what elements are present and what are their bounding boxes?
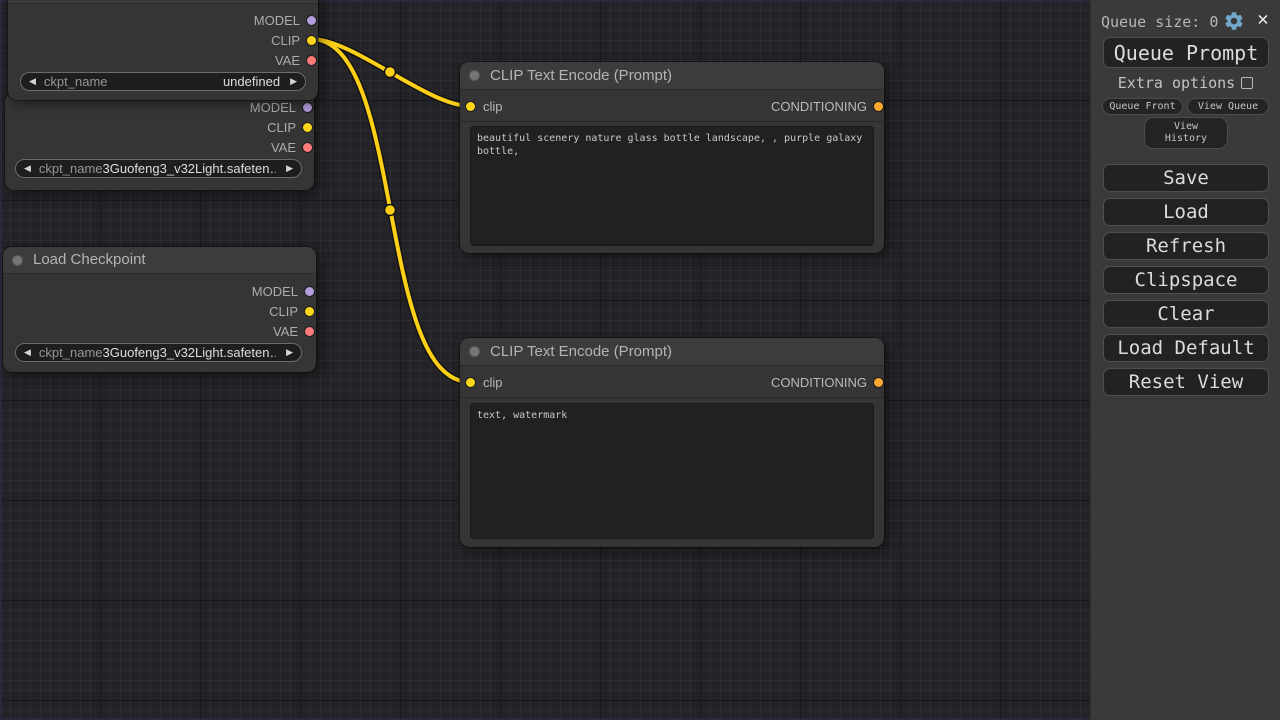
model-slot-dot[interactable]	[307, 16, 316, 25]
clip-slot-dot[interactable]	[305, 307, 314, 316]
extra-options-checkbox[interactable]	[1241, 77, 1253, 89]
output-slot-clip[interactable]: CLIP	[8, 31, 318, 49]
widget-value: undefined	[223, 74, 280, 89]
output-slot-model[interactable]: MODEL	[3, 282, 316, 300]
vae-slot-dot[interactable]	[307, 56, 316, 65]
wire-midpoint-dot	[385, 205, 396, 216]
save-button[interactable]: Save	[1103, 164, 1269, 192]
output-slot-model[interactable]: MODEL	[8, 11, 318, 29]
clipspace-button[interactable]: Clipspace	[1103, 266, 1269, 294]
node-title-bar[interactable]: CLIP Text Encode (Prompt)	[460, 62, 884, 90]
vae-slot-dot[interactable]	[305, 327, 314, 336]
slot-label: CONDITIONING	[771, 99, 867, 114]
slot-label: clip	[483, 99, 503, 114]
input-slot-clip[interactable]: clip	[460, 97, 672, 115]
node-title-bar[interactable]	[8, 0, 318, 4]
clear-button[interactable]: Clear	[1103, 300, 1269, 328]
output-slot-model[interactable]: MODEL	[5, 98, 314, 116]
combo-prev-icon[interactable]: ◀	[29, 77, 36, 86]
extra-options-row: Extra options	[1091, 75, 1280, 91]
slot-label: VAE	[273, 324, 298, 339]
slot-separator	[460, 121, 884, 122]
clip-slot-dot[interactable]	[303, 123, 312, 132]
slot-label: MODEL	[250, 100, 296, 115]
slot-separator	[460, 397, 884, 398]
combo-prev-icon[interactable]: ◀	[24, 348, 31, 357]
ckpt-name-combo-widget[interactable]: ◀ ckpt_name 3Guofeng3_v32Light.safeten… …	[15, 159, 302, 178]
wire-midpoint-dot	[385, 67, 396, 78]
slot-label: clip	[483, 375, 503, 390]
output-slot-conditioning[interactable]: CONDITIONING	[672, 97, 884, 115]
node-title-bar[interactable]: Load Checkpoint	[3, 247, 316, 274]
node-clip-text-encode-negative[interactable]: CLIP Text Encode (Prompt) clip CONDITION…	[460, 338, 884, 547]
comfyui-app: MODEL CLIP VAE ◀ ckpt_name 3Guofeng3_v32…	[0, 0, 1280, 720]
close-icon: ✕	[1257, 8, 1268, 30]
vae-slot-dot[interactable]	[303, 143, 312, 152]
output-slot-conditioning[interactable]: CONDITIONING	[672, 373, 884, 391]
widget-name: ckpt_name	[39, 345, 103, 360]
collapse-dot-icon[interactable]	[12, 255, 23, 266]
slot-label: MODEL	[254, 13, 300, 28]
prompt-textarea[interactable]: beautiful scenery nature glass bottle la…	[470, 126, 874, 246]
slot-label: CONDITIONING	[771, 375, 867, 390]
node-load-checkpoint[interactable]: Load Checkpoint MODEL CLIP VAE ◀ ckpt_na…	[3, 247, 316, 372]
load-button[interactable]: Load	[1103, 198, 1269, 226]
slot-label: CLIP	[267, 120, 296, 135]
combo-next-icon[interactable]: ▶	[286, 164, 293, 173]
view-queue-button[interactable]: View Queue	[1187, 98, 1269, 115]
refresh-button[interactable]: Refresh	[1103, 232, 1269, 260]
node-checkpoint-loader-top[interactable]: MODEL CLIP VAE ◀ ckpt_name undefined ▶	[8, 0, 318, 100]
node-clip-text-encode-positive[interactable]: CLIP Text Encode (Prompt) clip CONDITION…	[460, 62, 884, 253]
node-title: CLIP Text Encode (Prompt)	[490, 67, 672, 84]
output-slot-vae[interactable]: VAE	[8, 51, 318, 69]
queue-front-button[interactable]: Queue Front	[1102, 98, 1183, 115]
widget-name: ckpt_name	[39, 161, 103, 176]
node-title: Load Checkpoint	[33, 251, 146, 268]
reset-view-button[interactable]: Reset View	[1103, 368, 1269, 396]
extra-options-label: Extra options	[1118, 74, 1235, 92]
close-menu-button[interactable]: ✕	[1252, 8, 1274, 30]
input-slot-clip[interactable]: clip	[460, 373, 672, 391]
node-checkpoint-loader-mid[interactable]: MODEL CLIP VAE ◀ ckpt_name 3Guofeng3_v32…	[5, 93, 314, 190]
combo-next-icon[interactable]: ▶	[286, 348, 293, 357]
queue-prompt-button[interactable]: Queue Prompt	[1103, 37, 1269, 68]
combo-prev-icon[interactable]: ◀	[24, 164, 31, 173]
prompt-textarea[interactable]: text, watermark	[470, 403, 874, 539]
view-history-button[interactable]: View History	[1144, 117, 1228, 149]
clip-slot-dot[interactable]	[307, 36, 316, 45]
output-slot-vae[interactable]: VAE	[3, 322, 316, 340]
slot-label: CLIP	[269, 304, 298, 319]
combo-next-icon[interactable]: ▶	[290, 77, 297, 86]
clip-input-dot[interactable]	[466, 378, 475, 387]
ckpt-name-combo-widget[interactable]: ◀ ckpt_name undefined ▶	[20, 72, 306, 91]
slot-label: MODEL	[252, 284, 298, 299]
output-slot-vae[interactable]: VAE	[5, 138, 314, 156]
graph-canvas[interactable]: MODEL CLIP VAE ◀ ckpt_name 3Guofeng3_v32…	[0, 0, 1090, 720]
widget-value: 3Guofeng3_v32Light.safeten…	[103, 161, 277, 176]
slot-label: VAE	[271, 140, 296, 155]
widget-value: 3Guofeng3_v32Light.safeten…	[103, 345, 277, 360]
queue-size-label: Queue size: 0	[1101, 13, 1218, 31]
collapse-dot-icon[interactable]	[469, 346, 480, 357]
load-default-button[interactable]: Load Default	[1103, 334, 1269, 362]
settings-button[interactable]	[1223, 10, 1245, 32]
node-title-bar[interactable]: CLIP Text Encode (Prompt)	[460, 338, 884, 366]
gear-icon	[1223, 10, 1245, 32]
comfy-menu: Queue size: 0 ✕ Queue Prompt Extra optio…	[1090, 0, 1280, 720]
output-slot-clip[interactable]: CLIP	[5, 118, 314, 136]
node-title: CLIP Text Encode (Prompt)	[490, 343, 672, 360]
widget-name: ckpt_name	[44, 74, 108, 89]
conditioning-slot-dot[interactable]	[874, 102, 883, 111]
conditioning-slot-dot[interactable]	[874, 378, 883, 387]
ckpt-name-combo-widget[interactable]: ◀ ckpt_name 3Guofeng3_v32Light.safeten… …	[15, 343, 302, 362]
slot-label: VAE	[275, 53, 300, 68]
output-slot-clip[interactable]: CLIP	[3, 302, 316, 320]
collapse-dot-icon[interactable]	[469, 70, 480, 81]
slot-label: CLIP	[271, 33, 300, 48]
clip-input-dot[interactable]	[466, 102, 475, 111]
model-slot-dot[interactable]	[305, 287, 314, 296]
model-slot-dot[interactable]	[303, 103, 312, 112]
